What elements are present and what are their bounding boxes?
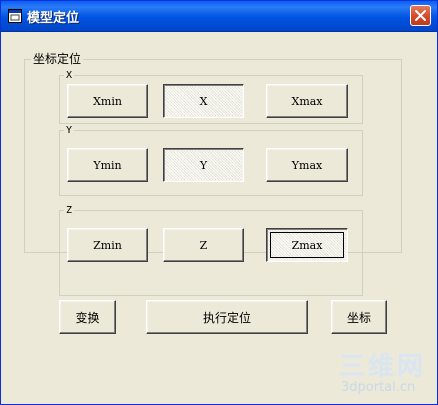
watermark-url: 3dportal.cn xyxy=(341,380,416,395)
y-button[interactable]: Y xyxy=(163,148,244,182)
ymax-button[interactable]: Ymax xyxy=(266,148,348,182)
window: 模型定位 坐标定位 X Xmin X Xmax Y Ymin Y Ymax Z … xyxy=(0,0,438,405)
watermark-logo-text: 三维网 xyxy=(339,352,427,382)
ymin-button[interactable]: Ymin xyxy=(67,148,148,182)
close-button[interactable] xyxy=(410,5,431,26)
zmax-button[interactable]: Zmax xyxy=(266,228,348,262)
z-button[interactable]: Z xyxy=(163,228,244,262)
z-group-label: Z xyxy=(64,204,75,218)
title-bar[interactable]: 模型定位 xyxy=(1,1,437,32)
xmax-button[interactable]: Xmax xyxy=(266,84,348,118)
window-title: 模型定位 xyxy=(27,11,80,26)
x-group-label: X xyxy=(64,69,75,83)
execute-positioning-button[interactable]: 执行定位 xyxy=(146,300,308,334)
coordinates-button[interactable]: 坐标 xyxy=(331,300,387,334)
zmin-button[interactable]: Zmin xyxy=(67,228,148,262)
close-icon xyxy=(415,10,426,21)
transform-button[interactable]: 变换 xyxy=(59,300,116,334)
app-icon xyxy=(8,9,22,23)
y-group-label: Y xyxy=(64,124,75,138)
xmin-button[interactable]: Xmin xyxy=(67,84,148,118)
site-watermark: 三维网 3dportal.cn xyxy=(337,346,437,404)
x-button[interactable]: X xyxy=(163,84,244,118)
coordinate-group-label: 坐标定位 xyxy=(31,52,84,66)
